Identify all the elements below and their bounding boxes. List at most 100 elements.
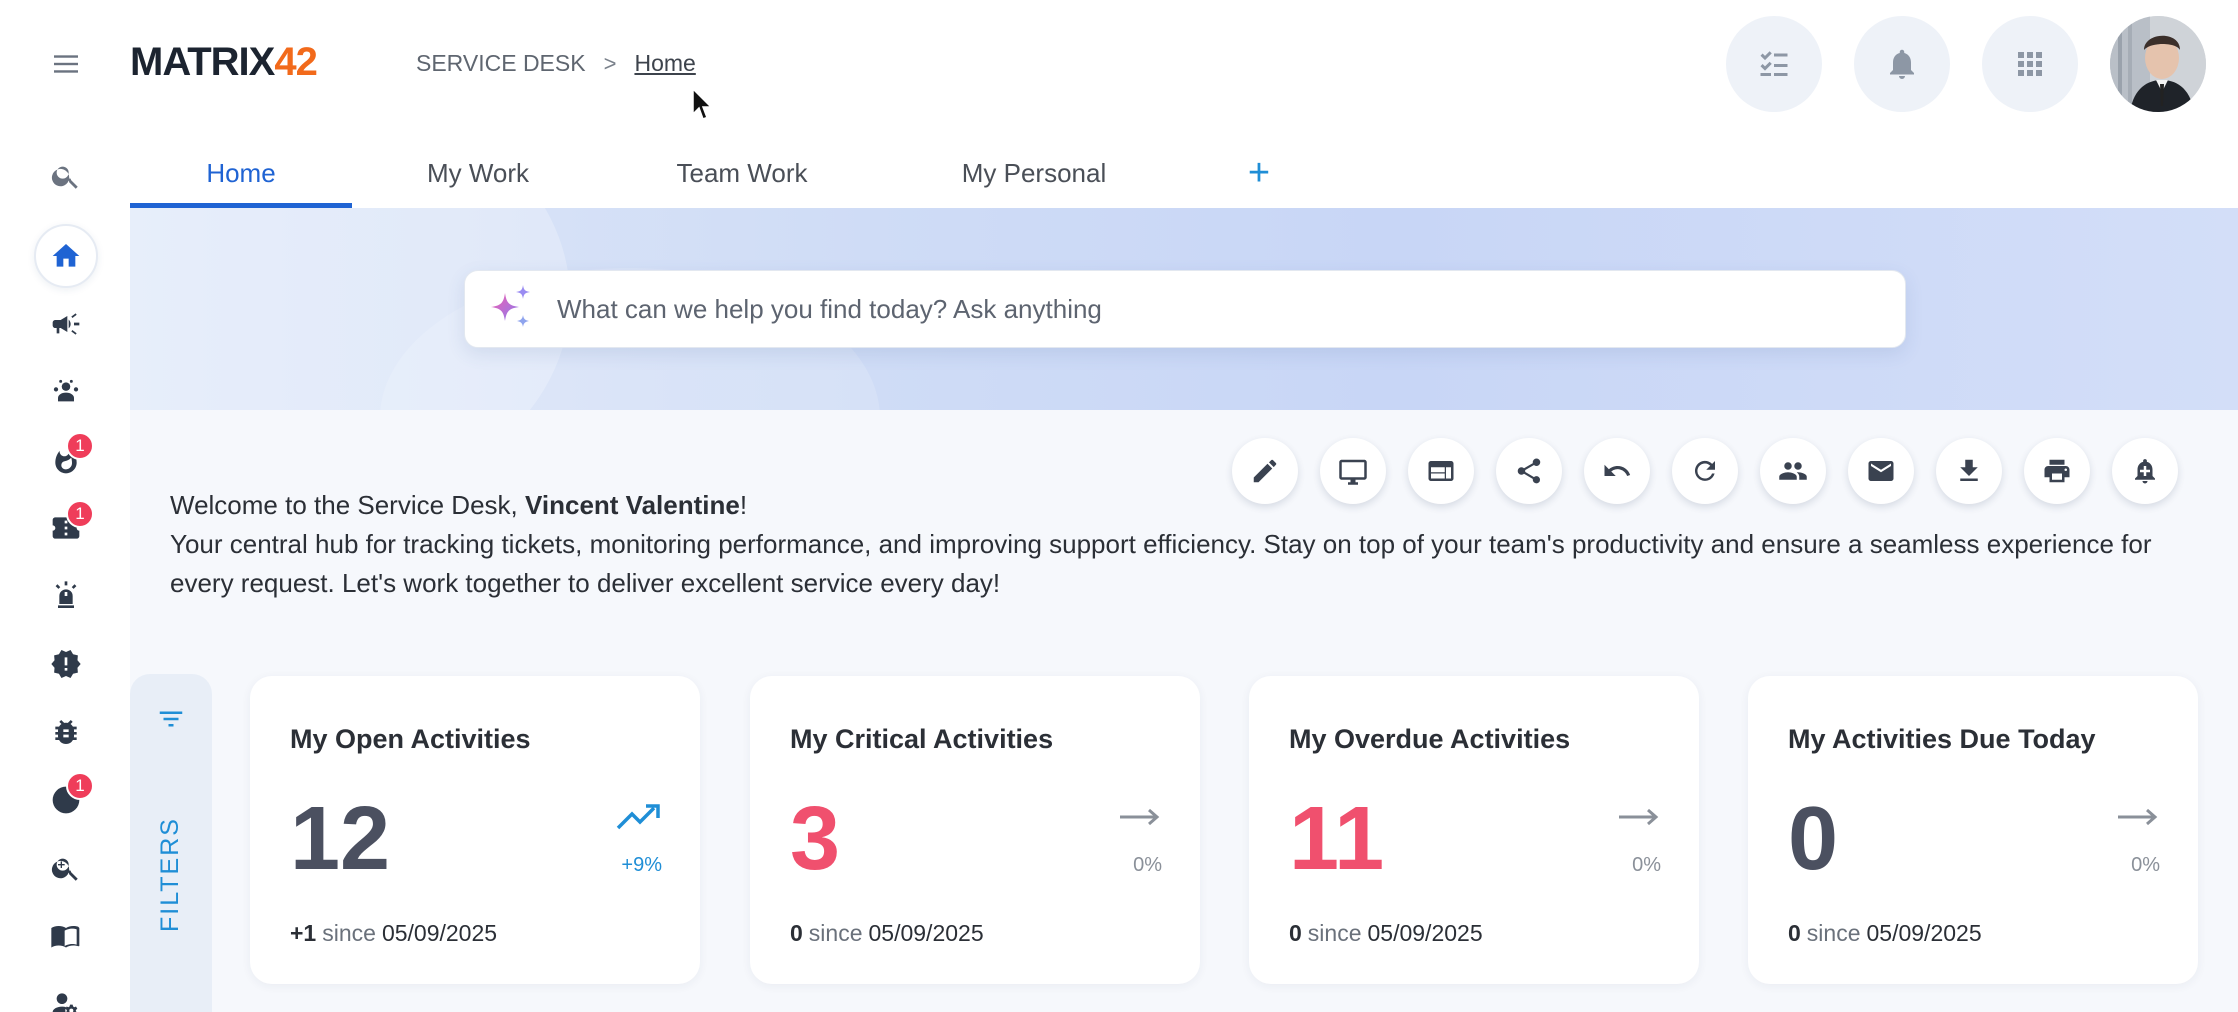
- filters-label: FILTERS: [155, 816, 184, 932]
- tab-my-work[interactable]: My Work: [352, 138, 604, 208]
- share-icon: [1517, 458, 1541, 484]
- kpi-card-overdue-activities[interactable]: My Overdue Activities 11 0% 0 since 05/09/…: [1249, 676, 1699, 984]
- card-title: My Overdue Activities: [1289, 724, 1571, 754]
- kpi-card-due-today[interactable]: My Activities Due Today 0 0% 0 since 05/09…: [1748, 676, 2198, 984]
- alert-badge-icon[interactable]: [34, 632, 98, 696]
- add-tab-button[interactable]: +: [1188, 138, 1330, 208]
- admin-settings-icon[interactable]: [34, 972, 98, 1012]
- card-title: My Critical Activities: [790, 724, 1054, 754]
- card-since-line: +1 since 05/09/2025: [290, 920, 497, 947]
- edit-icon: [1253, 459, 1277, 483]
- tab-my-personal[interactable]: My Personal: [880, 138, 1188, 208]
- people-icon: [1779, 462, 1807, 480]
- trend-flat-icon: [1619, 808, 1659, 826]
- dashboard-tabs: Home My Work Team Work My Personal +: [130, 138, 1330, 208]
- card-trend-percent: 0%: [1133, 854, 1162, 876]
- undo-icon: [1604, 464, 1631, 476]
- card-value: 11: [1289, 789, 1385, 889]
- card-delta: +1: [290, 920, 317, 946]
- breadcrumb: SERVICE DESK > Home: [416, 50, 696, 77]
- refresh-icon: [1694, 460, 1715, 481]
- megaphone-icon[interactable]: [34, 292, 98, 356]
- matrix42-logo[interactable]: MATRIX 42: [130, 39, 318, 84]
- welcome-line: Welcome to the Service Desk, Vincent Val…: [170, 486, 2180, 525]
- welcome-suffix: !: [739, 490, 748, 520]
- fire-icon[interactable]: 1: [34, 428, 98, 492]
- ai-search-input[interactable]: What can we help you find today? Ask any…: [464, 270, 1906, 348]
- menu-icon[interactable]: [34, 32, 98, 96]
- welcome-prefix: Welcome to the Service Desk,: [170, 490, 525, 520]
- card-since-date: 05/09/2025: [1866, 920, 1982, 946]
- download-icon: [1960, 459, 1978, 481]
- search-icon[interactable]: [34, 144, 98, 208]
- apps-grid-icon: [2018, 52, 2042, 76]
- logo-number: 42: [274, 39, 317, 84]
- notification-badge: 1: [66, 500, 94, 528]
- card-since-date: 05/09/2025: [1367, 920, 1483, 946]
- ai-sparkle-icon: [491, 285, 530, 327]
- card-title: My Open Activities: [290, 724, 531, 754]
- filter-icon: [159, 711, 183, 727]
- sync-icon[interactable]: 1: [34, 768, 98, 832]
- task-list-icon: [1760, 51, 1788, 76]
- trend-up-icon: [616, 804, 660, 830]
- left-nav-rail: 1 1 1: [0, 0, 130, 1012]
- card-trend-percent: 0%: [1632, 854, 1661, 876]
- card-delta: 0: [790, 920, 803, 946]
- monitor-icon: [1339, 459, 1367, 485]
- card-since-date: 05/09/2025: [381, 920, 498, 946]
- notification-badge: 1: [66, 772, 94, 800]
- card-value: 0: [1788, 789, 1839, 889]
- print-icon: [2044, 459, 2070, 483]
- card-since-line: 0 since 05/09/2025: [1788, 920, 1982, 947]
- mail-icon: [1868, 461, 1894, 481]
- card-value: 3: [790, 789, 841, 889]
- bug-icon[interactable]: [34, 700, 98, 764]
- bell-icon: [1890, 49, 1914, 79]
- notifications-button[interactable]: [1854, 16, 1950, 112]
- kpi-card-critical-activities[interactable]: My Critical Activities 3 0% 0 since 05/09/…: [750, 676, 1200, 984]
- card-since-word: since: [808, 920, 863, 946]
- home-icon[interactable]: [34, 224, 98, 288]
- user-avatar[interactable]: [2110, 16, 2206, 112]
- task-list-button[interactable]: [1726, 16, 1822, 112]
- mouse-cursor-icon: [692, 88, 713, 120]
- card-title: My Activities Due Today: [1788, 724, 2096, 754]
- siren-icon[interactable]: [34, 564, 98, 628]
- card-since-word: since: [1806, 920, 1861, 946]
- breadcrumb-current[interactable]: Home: [634, 50, 695, 77]
- notification-badge: 1: [66, 432, 94, 460]
- tab-team-work[interactable]: Team Work: [604, 138, 880, 208]
- book-icon[interactable]: [34, 904, 98, 968]
- team-icon[interactable]: [34, 360, 98, 424]
- search-placeholder: What can we help you find today? Ask any…: [557, 293, 1102, 324]
- alert-bell-add-icon: [2135, 459, 2155, 484]
- layout-icon: [1428, 461, 1454, 481]
- ticket-icon[interactable]: 1: [34, 496, 98, 560]
- breadcrumb-separator: >: [603, 50, 617, 76]
- card-delta: 0: [1788, 920, 1801, 946]
- filters-label-wrap: FILTERS: [150, 774, 190, 974]
- logo-text: MATRIX: [130, 39, 275, 84]
- welcome-body: Your central hub for tracking tickets, m…: [170, 529, 2152, 598]
- trend-flat-icon: [2118, 808, 2158, 826]
- card-trend-percent: +9%: [621, 854, 662, 876]
- trend-flat-icon: [1120, 808, 1160, 826]
- card-trend-percent: 0%: [2131, 854, 2160, 876]
- card-since-line: 0 since 05/09/2025: [790, 920, 984, 947]
- tab-home[interactable]: Home: [130, 138, 352, 208]
- card-since-word: since: [1307, 920, 1362, 946]
- card-since-line: 0 since 05/09/2025: [1289, 920, 1483, 947]
- card-since-word: since: [322, 920, 376, 946]
- card-value: 12: [290, 789, 391, 889]
- filters-panel-toggle[interactable]: FILTERS: [130, 674, 212, 1012]
- search-hero-banner: What can we help you find today? Ask any…: [130, 208, 2238, 410]
- apps-button[interactable]: [1982, 16, 2078, 112]
- welcome-message: Welcome to the Service Desk, Vincent Val…: [170, 486, 2180, 603]
- welcome-user-name: Vincent Valentine: [525, 490, 740, 520]
- kpi-card-open-activities[interactable]: My Open Activities 12 +9% +1 since 05/09/2…: [250, 676, 700, 984]
- card-delta: 0: [1289, 920, 1302, 946]
- zoom-search-icon[interactable]: [34, 836, 98, 900]
- card-since-date: 05/09/2025: [868, 920, 984, 946]
- breadcrumb-root[interactable]: SERVICE DESK: [416, 50, 586, 77]
